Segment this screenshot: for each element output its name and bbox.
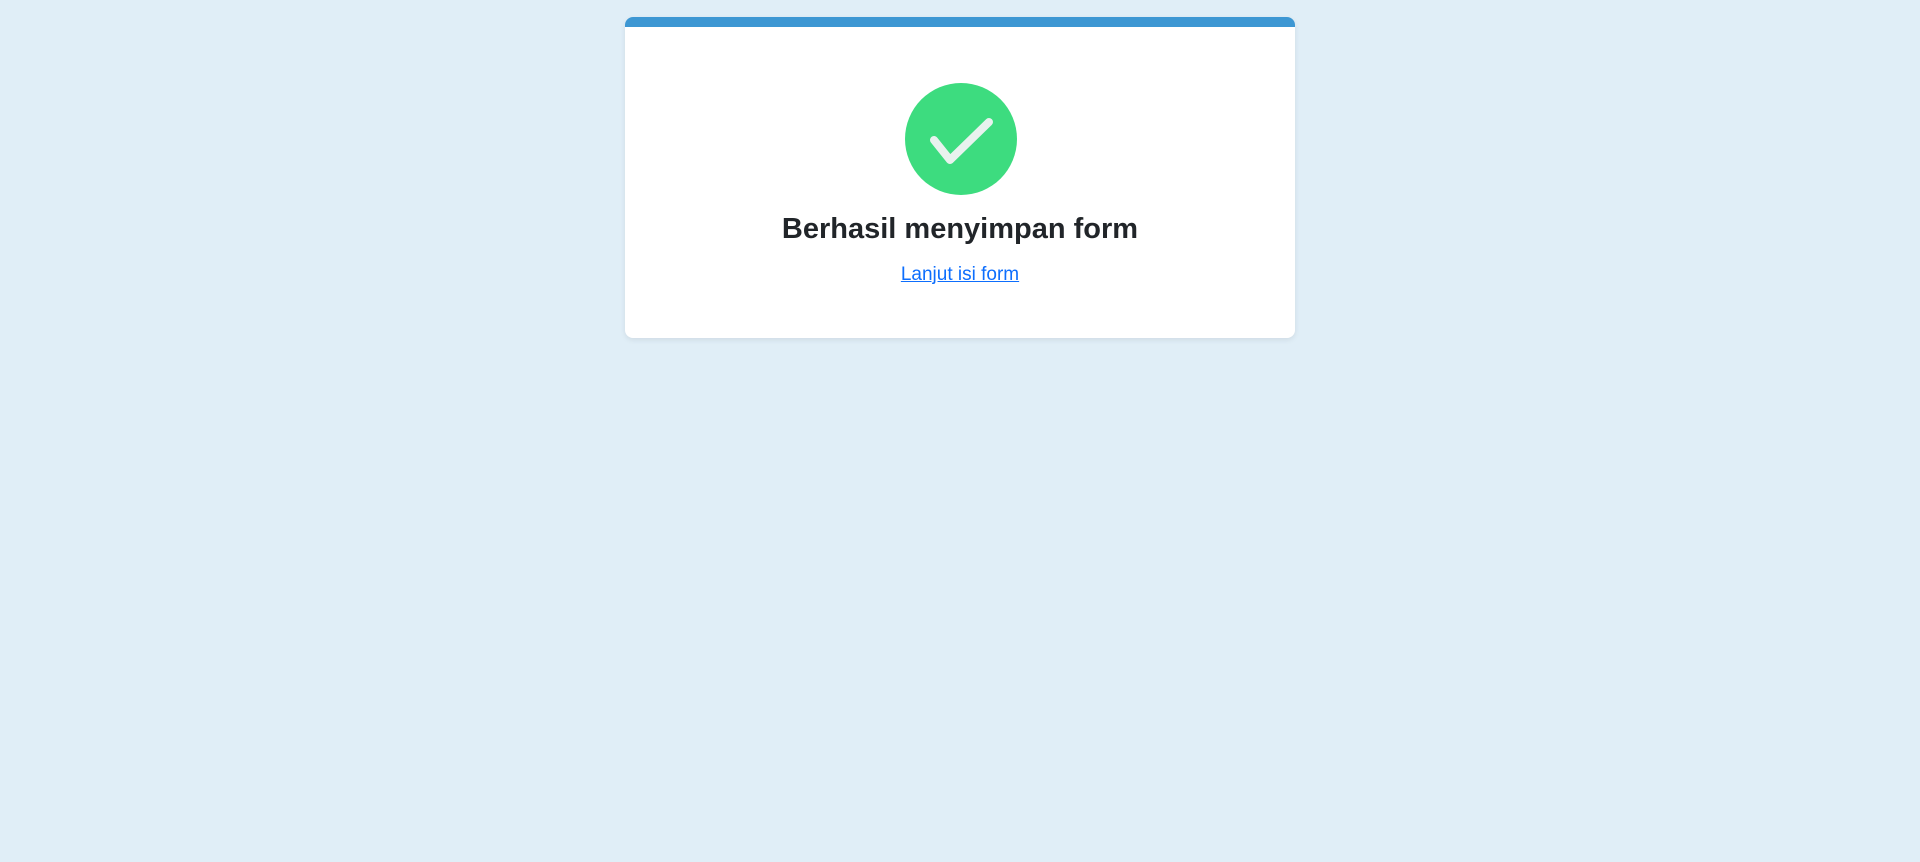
continue-form-link[interactable]: Lanjut isi form: [901, 264, 1019, 285]
success-title: Berhasil menyimpan form: [781, 213, 1139, 245]
success-card: Berhasil menyimpan form Lanjut isi form: [625, 17, 1295, 338]
check-circle-icon: [905, 83, 1017, 195]
card-accent-bar: [625, 17, 1295, 27]
continue-link-container: Lanjut isi form: [625, 263, 1295, 287]
